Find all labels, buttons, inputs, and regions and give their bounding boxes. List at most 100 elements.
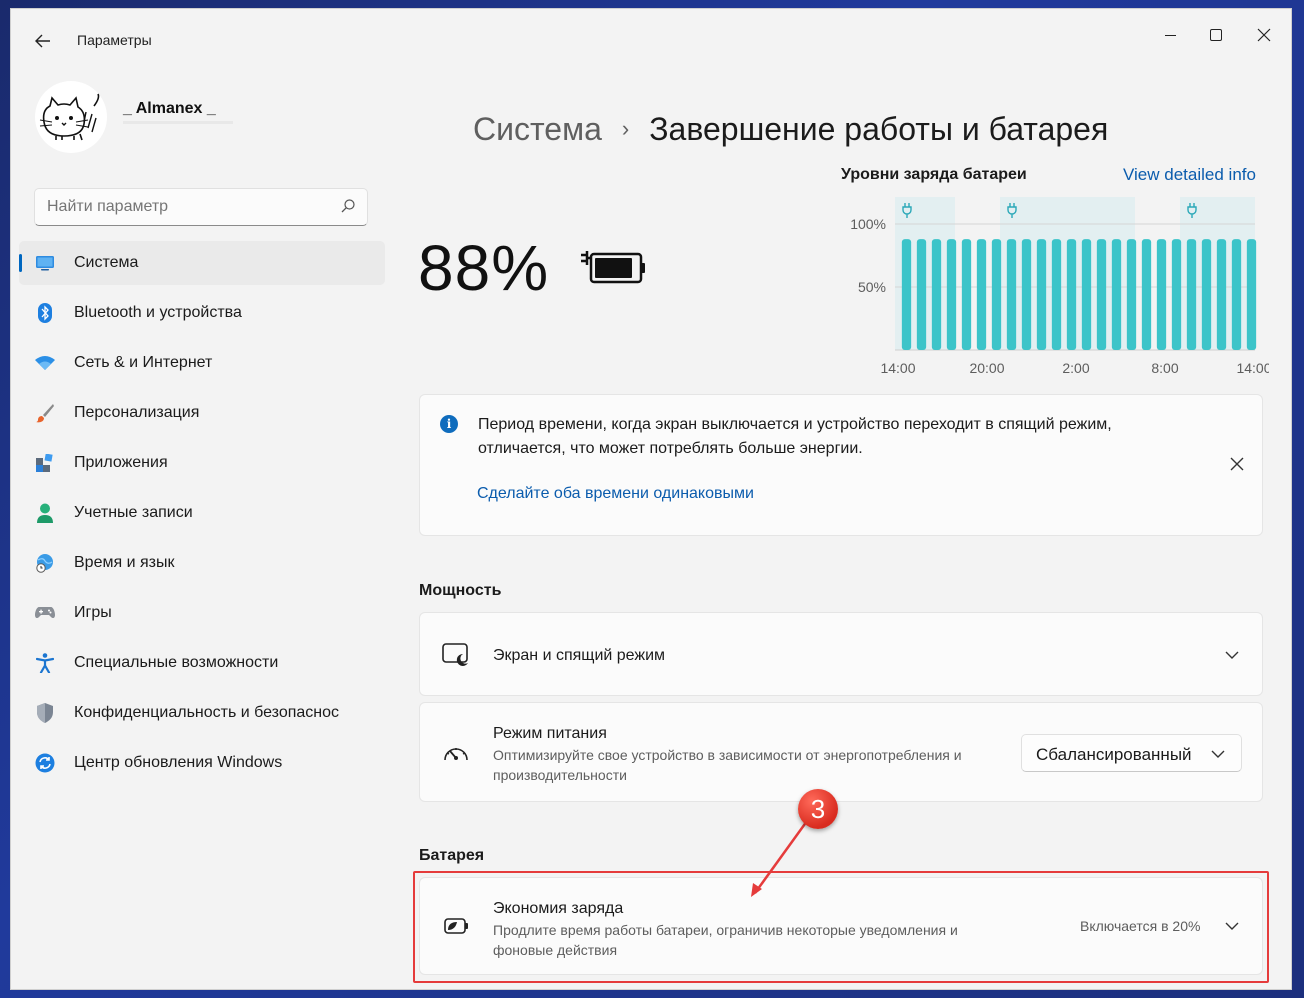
info-banner: i Период времени, когда экран выключаетс… — [419, 394, 1263, 536]
breadcrumb-separator: › — [621, 116, 630, 141]
sidebar-item-label: Учетные записи — [74, 504, 193, 521]
x-tick-label: 14:00 — [880, 360, 915, 376]
screen-sleep-title: Экран и спящий режим — [493, 647, 666, 664]
annotation-step-number: 3 — [798, 789, 838, 829]
sidebar-item-network[interactable]: Сеть & и Интернет — [19, 341, 385, 385]
sidebar-item-label: Система — [74, 254, 139, 271]
wifi-icon — [35, 353, 55, 373]
maximize-button[interactable] — [1193, 19, 1239, 51]
y-tick-label: 50% — [858, 279, 886, 295]
maximize-icon — [1210, 29, 1222, 41]
account-icon — [35, 503, 55, 523]
chart-bar — [1141, 239, 1152, 350]
settings-window: Параметры _ Almanex _ Система — [10, 8, 1292, 990]
sidebar-item-accessibility[interactable]: Специальные возможности — [19, 641, 385, 685]
x-tick-label: 20:00 — [969, 360, 1004, 376]
chart-bar — [1006, 239, 1017, 350]
sidebar-item-privacy[interactable]: Конфиденциальность и безопаснос — [19, 691, 385, 735]
apps-icon — [35, 453, 55, 473]
screen-sleep-icon — [442, 641, 470, 669]
close-icon — [1230, 457, 1244, 471]
power-mode-title: Режим питания — [493, 725, 607, 742]
annotation-arrow — [751, 820, 809, 897]
chart-bar — [1036, 239, 1047, 350]
back-button[interactable] — [29, 27, 57, 55]
sidebar-item-label: Сеть & и Интернет — [74, 354, 213, 371]
info-icon: i — [440, 415, 458, 433]
chart-title: Уровни заряда батареи — [841, 166, 1027, 183]
annotation-highlight-box — [413, 871, 1269, 983]
battery-percent: 88% — [418, 232, 550, 304]
gauge-icon — [442, 739, 470, 767]
update-icon — [35, 753, 55, 773]
chart-bar — [1126, 239, 1137, 350]
chart-bar — [1171, 239, 1182, 350]
sidebar-item-label: Специальные возможности — [74, 654, 279, 671]
sidebar-item-apps[interactable]: Приложения — [19, 441, 385, 485]
sidebar-item-label: Время и язык — [74, 554, 175, 571]
view-detailed-info-link[interactable]: View detailed info — [1123, 165, 1256, 185]
accessibility-icon — [35, 653, 55, 673]
sidebar-item-label: Конфиденциальность и безопаснос — [74, 704, 340, 721]
sidebar-item-accounts[interactable]: Учетные записи — [19, 491, 385, 535]
chevron-down-icon — [1210, 746, 1226, 762]
chart-bar — [1021, 239, 1032, 350]
sidebar-item-time-language[interactable]: Время и язык — [19, 541, 385, 585]
breadcrumb: Система › Завершение работы и батарея — [473, 111, 1108, 148]
battery-charging-icon — [581, 251, 645, 284]
x-tick-label: 2:00 — [1062, 360, 1089, 376]
sidebar-item-gaming[interactable]: Игры — [19, 591, 385, 635]
chart-bar — [976, 239, 987, 350]
close-button[interactable] — [1241, 19, 1287, 51]
arrow-left-icon — [35, 34, 50, 48]
chart-bar — [1051, 239, 1062, 350]
page-title: Завершение работы и батарея — [649, 111, 1109, 147]
breadcrumb-parent[interactable]: Система — [473, 111, 602, 147]
sidebar-item-system[interactable]: Система — [19, 241, 385, 285]
avatar[interactable] — [35, 81, 107, 153]
chart-bar — [1081, 239, 1092, 350]
chart-bar — [1201, 239, 1212, 350]
chevron-down-icon[interactable] — [1224, 647, 1240, 663]
sidebar-item-bluetooth[interactable]: Bluetooth и устройства — [19, 291, 385, 335]
chart-bar — [1216, 239, 1227, 350]
power-mode-card: Режим питания Оптимизируйте свое устройс… — [419, 702, 1263, 802]
screen-sleep-card[interactable]: Экран и спящий режим — [419, 612, 1263, 696]
dismiss-banner-button[interactable] — [1226, 453, 1248, 475]
power-section-heading: Мощность — [419, 582, 502, 599]
sidebar-item-label: Bluetooth и устройства — [74, 304, 242, 321]
info-text: Период времени, когда экран выключается … — [478, 416, 1112, 457]
sidebar-item-label: Центр обновления Windows — [74, 754, 283, 771]
chart-bar — [916, 239, 927, 350]
search-input[interactable] — [34, 188, 368, 226]
search-icon — [341, 199, 355, 213]
sidebar-item-windows-update[interactable]: Центр обновления Windows — [19, 741, 385, 785]
make-times-equal-link[interactable]: Сделайте оба времени одинаковыми — [477, 485, 754, 503]
globe-clock-icon — [35, 553, 55, 573]
chart-bar — [946, 239, 957, 350]
chart-bar — [931, 239, 942, 350]
title-bar: Параметры — [11, 9, 1291, 57]
chart-bar — [961, 239, 972, 350]
power-mode-selected: Сбалансированный — [1036, 745, 1192, 764]
user-name: _ Almanex _ — [123, 100, 216, 117]
chart-bar — [901, 239, 912, 350]
sidebar-item-label: Персонализация — [74, 404, 200, 421]
minimize-button[interactable] — [1147, 19, 1193, 51]
sidebar-item-label: Игры — [74, 604, 112, 621]
app-title: Параметры — [77, 32, 152, 48]
x-tick-label: 14:00 — [1236, 360, 1269, 376]
close-icon — [1257, 28, 1271, 42]
power-mode-description: Оптимизируйте свое устройство в зависимо… — [493, 747, 962, 783]
chart-bar — [1066, 239, 1077, 350]
y-tick-label: 100% — [850, 216, 886, 232]
chart-bar — [1156, 239, 1167, 350]
chart-bar — [991, 239, 1002, 350]
power-mode-dropdown[interactable]: Сбалансированный — [1021, 734, 1242, 772]
sidebar-item-personalization[interactable]: Персонализация — [19, 391, 385, 435]
chart-bar — [1186, 239, 1197, 350]
chart-bar — [1096, 239, 1107, 350]
cat-avatar-icon — [39, 93, 100, 141]
gamepad-icon — [35, 603, 55, 623]
battery-section-heading: Батарея — [419, 847, 485, 864]
